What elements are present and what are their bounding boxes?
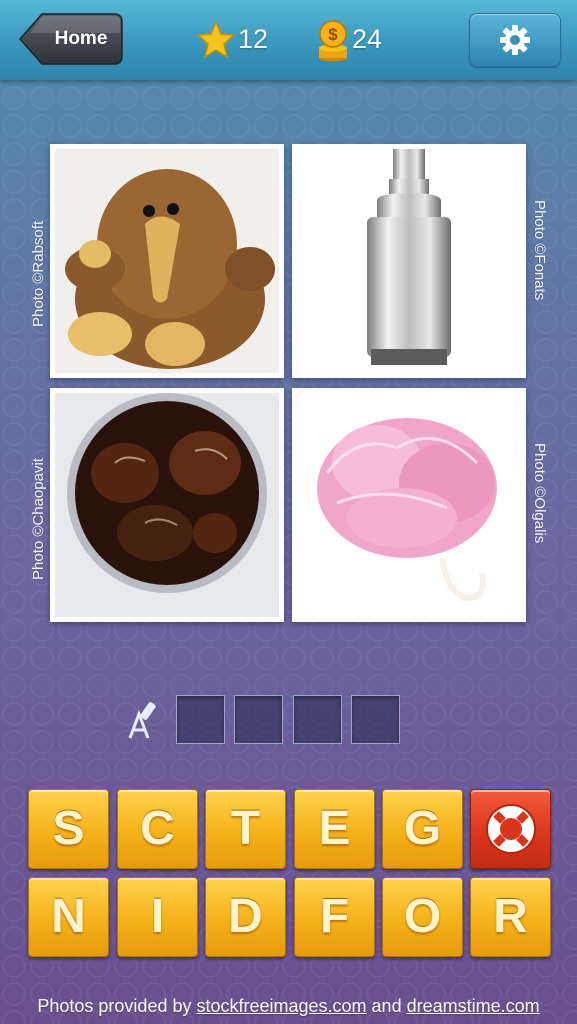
answer-slot-4[interactable]: [351, 695, 400, 744]
stars-value: 12: [238, 24, 269, 54]
footer-middle: and: [366, 996, 407, 1016]
photo-3[interactable]: [50, 388, 284, 622]
photo-2-credit: Photo ©Fonats: [531, 200, 548, 301]
lifebuoy-icon: [486, 804, 536, 854]
photo-4[interactable]: [292, 388, 526, 622]
answer-slot-2[interactable]: [234, 695, 283, 744]
dreamstime-link[interactable]: dreamstime.com: [407, 996, 540, 1016]
photo-2[interactable]: [292, 144, 526, 378]
letter-tile[interactable]: N: [28, 877, 109, 957]
letter-tile[interactable]: F: [294, 877, 375, 957]
home-button[interactable]: Home: [18, 13, 123, 65]
photo-1-credit: Photo ©Rabsoft: [30, 220, 47, 327]
photo-1[interactable]: [50, 144, 284, 378]
letter-tile[interactable]: R: [470, 877, 551, 957]
star-icon: [196, 20, 236, 59]
help-button[interactable]: [470, 789, 551, 869]
answer-slot-1[interactable]: [176, 695, 225, 744]
letter-tile[interactable]: D: [205, 877, 286, 957]
letter-tile[interactable]: T: [205, 789, 286, 869]
settings-button[interactable]: [469, 13, 561, 67]
letter-tile[interactable]: I: [117, 877, 198, 957]
home-button-label: Home: [54, 28, 108, 49]
letter-tile[interactable]: C: [117, 789, 198, 869]
letter-tile[interactable]: E: [294, 789, 375, 869]
reveal-letter-icon[interactable]: [126, 700, 160, 740]
letter-tile[interactable]: O: [382, 877, 463, 957]
answer-slot-3[interactable]: [293, 695, 342, 744]
letter-tile[interactable]: S: [28, 789, 109, 869]
coin-stack-icon: $: [319, 20, 347, 62]
letter-tile[interactable]: G: [382, 789, 463, 869]
plush-kiwi-image: [55, 149, 279, 373]
cola-glass-image: [55, 393, 279, 617]
photo-credits-footer: Photos provided by stockfreeimages.com a…: [0, 996, 577, 1017]
footer-prefix: Photos provided by: [37, 996, 197, 1016]
coins-value: 24: [352, 24, 383, 54]
soap-dispenser-image: [297, 149, 521, 373]
top-bar: Home 12 $ 24: [0, 0, 577, 80]
pink-sponge-image: [297, 393, 521, 617]
svg-text:$: $: [328, 25, 338, 44]
stockfreeimages-link[interactable]: stockfreeimages.com: [196, 996, 366, 1016]
photo-3-credit: Photo ©Chaopavit: [30, 458, 47, 580]
gear-icon: [500, 25, 530, 55]
photo-4-credit: Photo ©Olgalis: [531, 443, 548, 544]
